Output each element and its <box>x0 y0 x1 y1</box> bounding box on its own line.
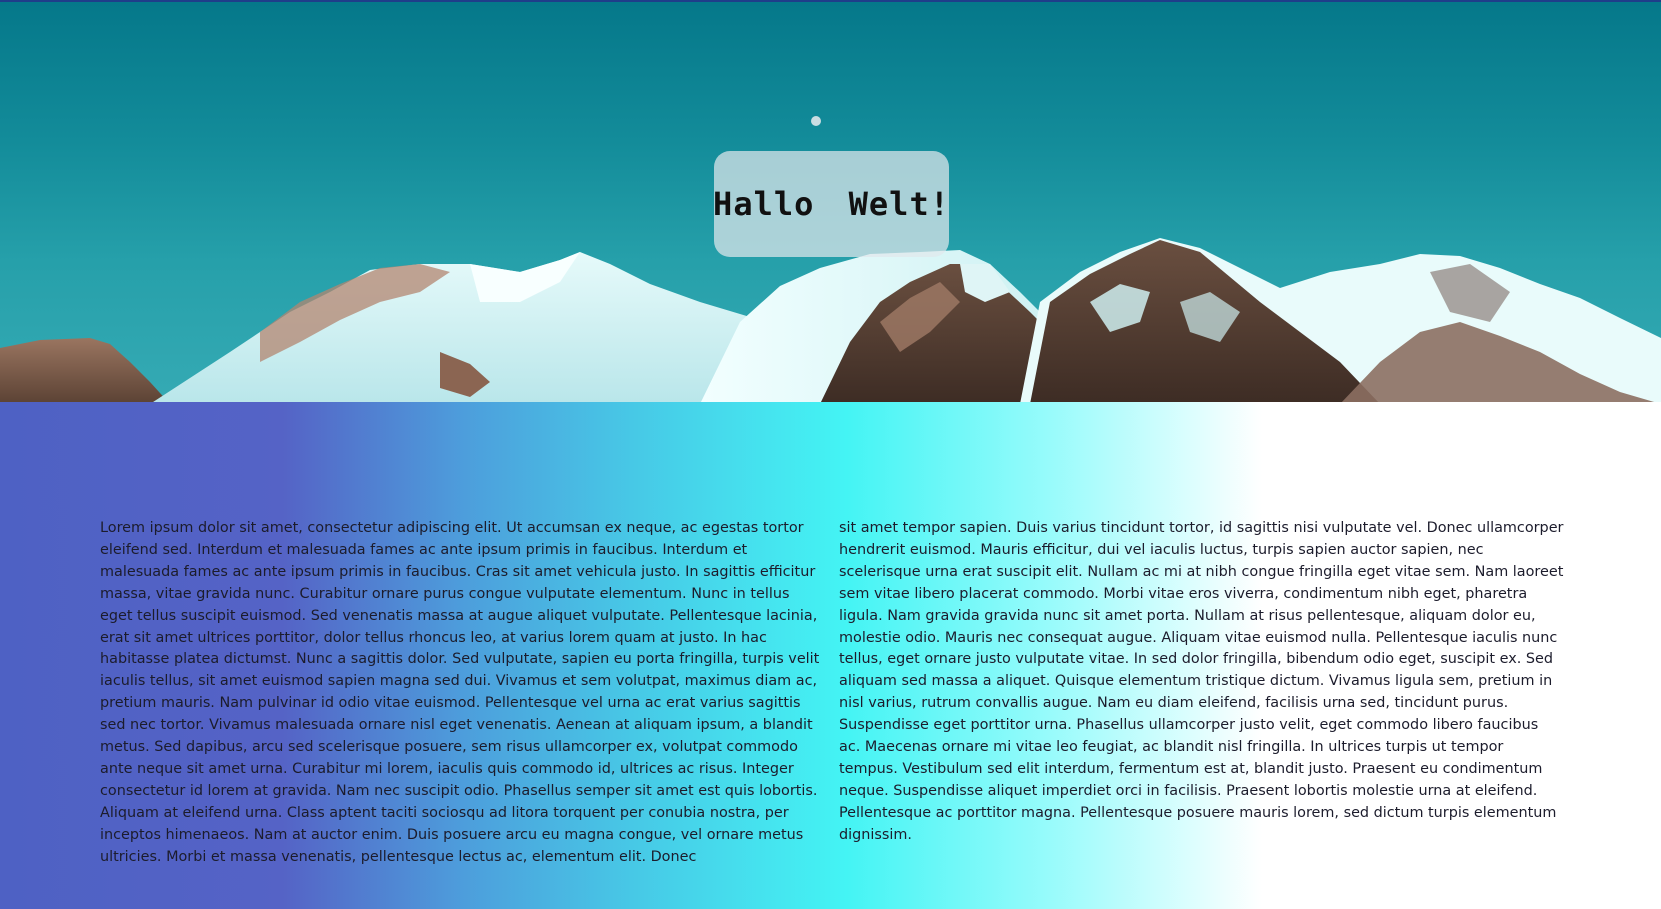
page-title: Hallo Welt! <box>713 185 950 223</box>
text-column-right: sit amet tempor sapien. Duis varius tinc… <box>839 520 1564 843</box>
content-section: Lorem ipsum dolor sit amet, consectetur … <box>0 402 1661 909</box>
page: Hallo Welt! Lorem ipsum dolor sit amet, … <box>0 0 1661 909</box>
text-column-left: Lorem ipsum dolor sit amet, consectetur … <box>100 520 820 865</box>
hero-banner: Hallo Welt! <box>0 0 1661 402</box>
moon-icon <box>811 116 821 126</box>
title-card: Hallo Welt! <box>713 151 950 257</box>
